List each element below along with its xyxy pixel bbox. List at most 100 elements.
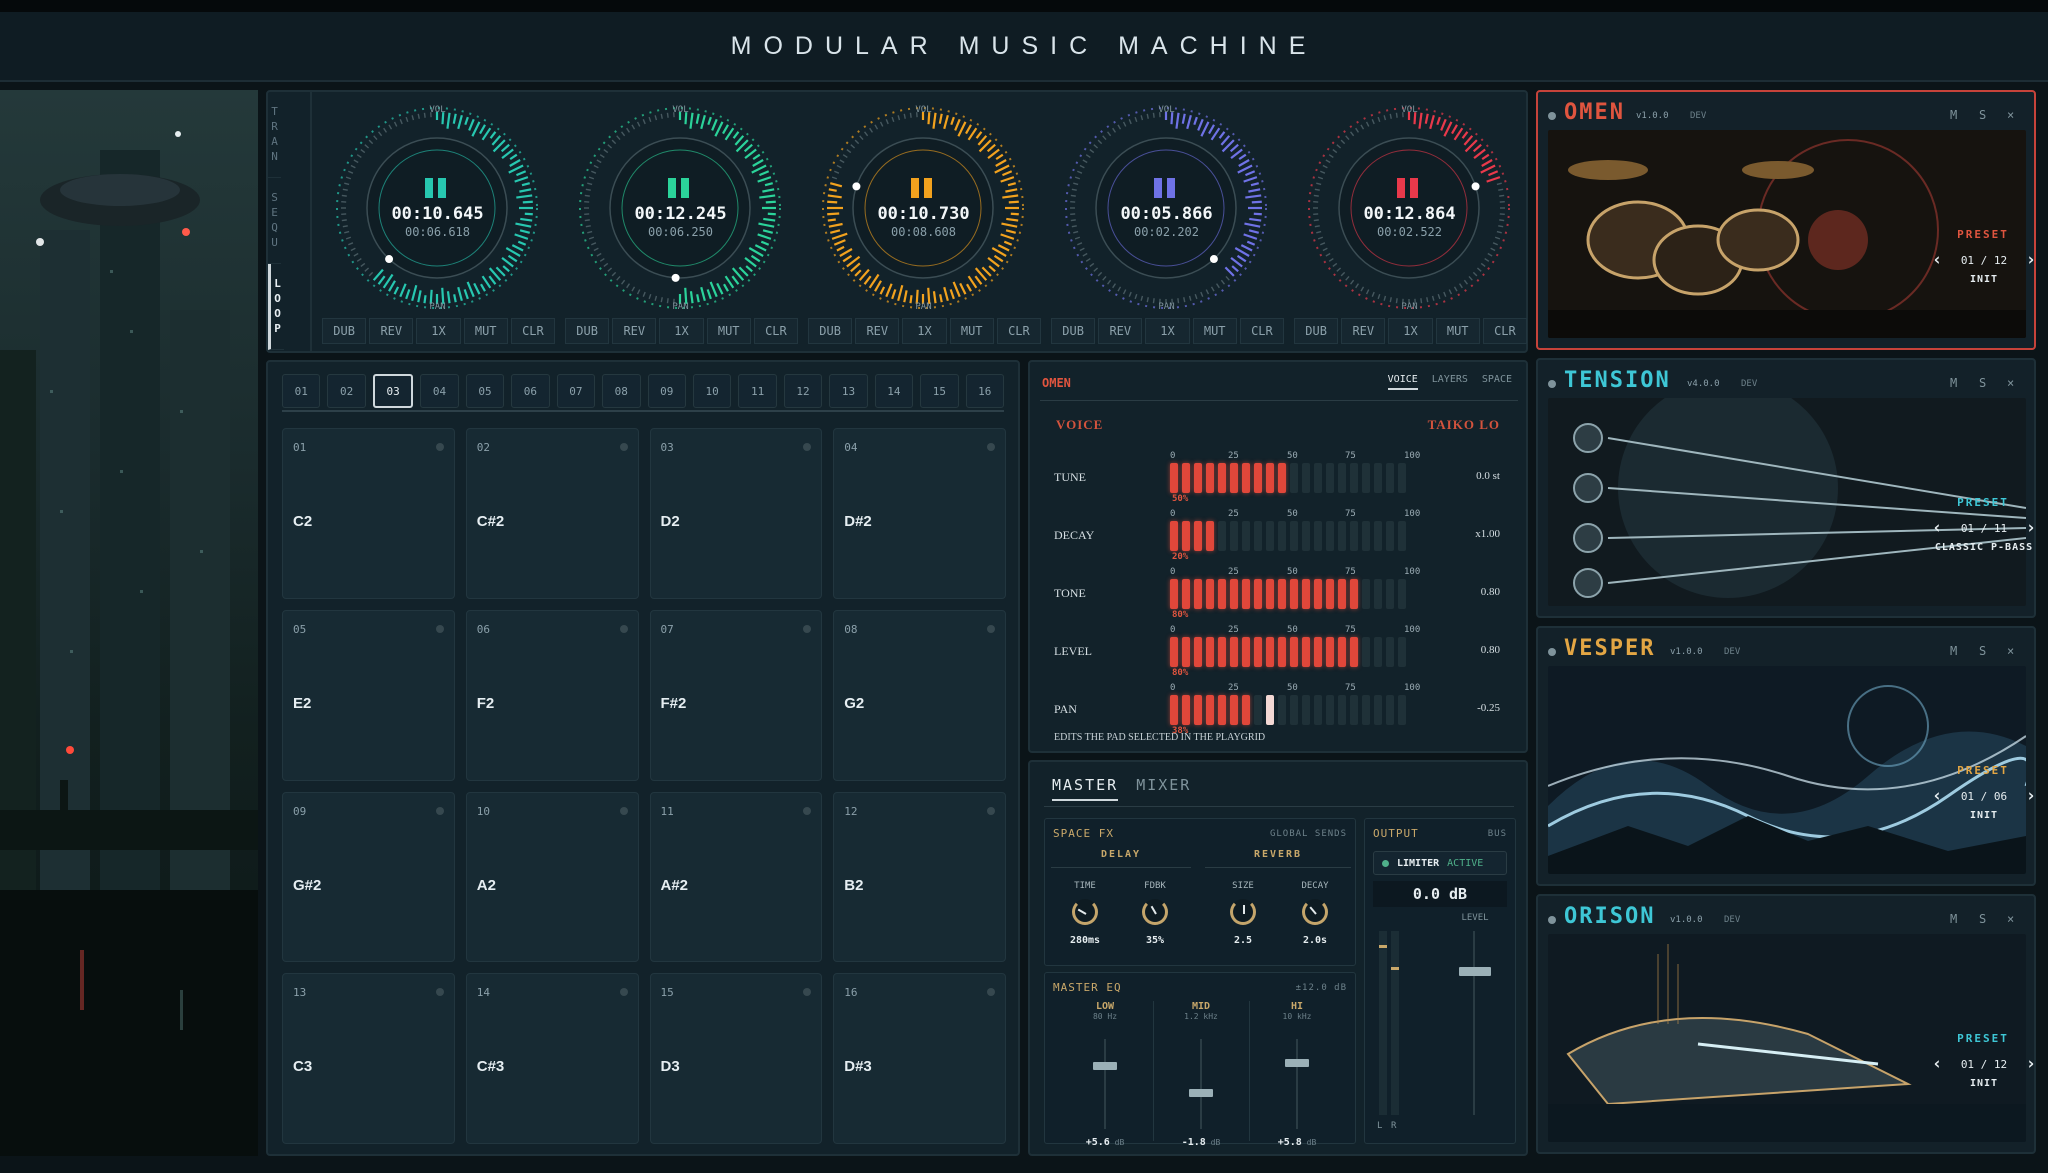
knob-dial-icon[interactable] — [1230, 899, 1256, 925]
pad-03[interactable]: 03 D2 — [649, 428, 823, 599]
pad-bank-tab-07[interactable]: 07 — [556, 374, 596, 408]
delay-feedback-knob[interactable]: FDBK 35% — [1139, 881, 1171, 946]
delay-time-knob[interactable]: TIME 280ms — [1069, 881, 1101, 946]
param-meter[interactable] — [1170, 463, 1408, 493]
reverb-size-knob[interactable]: SIZE 2.5 — [1227, 881, 1259, 946]
pause-icon[interactable] — [425, 178, 450, 198]
level-fader-cap[interactable] — [1459, 967, 1491, 976]
chevron-right-icon[interactable]: › — [2026, 518, 2036, 538]
deck-rev-button[interactable]: REV — [369, 318, 414, 344]
deck-mut-button[interactable]: MUT — [706, 318, 751, 344]
knob-dial-icon[interactable] — [1072, 899, 1098, 925]
deck-mut-button[interactable]: MUT — [1192, 318, 1237, 344]
deck-clr-button[interactable]: CLR — [1482, 318, 1528, 344]
pad-01[interactable]: 01 C2 — [282, 428, 455, 599]
chevron-right-icon[interactable]: › — [2026, 1054, 2036, 1074]
deck-1x-button[interactable]: 1X — [1388, 318, 1433, 344]
tab-master[interactable]: MASTER — [1052, 776, 1119, 801]
solo-button[interactable]: S — [1979, 912, 1986, 926]
deck-dub-button[interactable]: DUB — [1294, 318, 1339, 344]
solo-button[interactable]: S — [1979, 376, 1986, 390]
pad-bank-tab-12[interactable]: 12 — [783, 374, 823, 408]
chevron-left-icon[interactable]: ‹ — [1932, 1054, 1942, 1074]
pad-bank-tab-02[interactable]: 02 — [327, 374, 366, 408]
tab-voice[interactable]: VOICE — [1387, 374, 1418, 390]
limiter-toggle[interactable]: LIMITER ACTIVE — [1373, 851, 1507, 875]
instrument-card-tension[interactable]: TENSION v4.0.0 DEV M S × PRESET ‹ 01 / 11 › CLASSI… — [1536, 358, 2036, 618]
pad-09[interactable]: 09 G#2 — [282, 791, 455, 963]
eq-fader-cap[interactable] — [1189, 1088, 1213, 1097]
pause-icon[interactable] — [1154, 178, 1179, 198]
eq-fader-cap[interactable] — [1285, 1058, 1309, 1067]
deck-rev-button[interactable]: REV — [1341, 318, 1386, 344]
deck-1x-button[interactable]: 1X — [902, 318, 947, 344]
pause-icon[interactable] — [911, 178, 936, 198]
pad-bank-tab-14[interactable]: 14 — [874, 374, 914, 408]
pause-icon[interactable] — [1397, 178, 1422, 198]
pad-bank-tab-10[interactable]: 10 — [692, 374, 732, 408]
close-icon[interactable]: × — [2007, 108, 2014, 122]
eq-fader-cap[interactable] — [1093, 1061, 1117, 1070]
instrument-card-orison[interactable]: ORISON v1.0.0 DEV M S × PRESET ‹ 01 / 12 › INIT — [1536, 894, 2036, 1154]
chevron-left-icon[interactable]: ‹ — [1932, 786, 1942, 806]
deck-1x-button[interactable]: 1X — [416, 318, 461, 344]
deck-clr-button[interactable]: CLR — [996, 318, 1042, 344]
chevron-left-icon[interactable]: ‹ — [1932, 250, 1942, 270]
deck-1x-button[interactable]: 1X — [659, 318, 704, 344]
pad-bank-tab-03[interactable]: 03 — [372, 374, 414, 408]
pad-08[interactable]: 08 G2 — [833, 609, 1006, 781]
close-icon[interactable]: × — [2007, 376, 2014, 390]
deck-dub-button[interactable]: DUB — [322, 318, 367, 344]
deck-rev-button[interactable]: REV — [855, 318, 900, 344]
deck-rev-button[interactable]: REV — [1098, 318, 1143, 344]
pad-bank-tab-04[interactable]: 04 — [420, 374, 459, 408]
deck-dub-button[interactable]: DUB — [1051, 318, 1096, 344]
pad-bank-tab-09[interactable]: 09 — [647, 374, 686, 408]
pad-12[interactable]: 12 B2 — [833, 791, 1006, 963]
chevron-right-icon[interactable]: › — [2026, 250, 2036, 270]
tab-mixer[interactable]: MIXER — [1136, 776, 1191, 801]
mode-tab-sequ[interactable]: SEQU — [268, 178, 281, 264]
deck-rev-button[interactable]: REV — [612, 318, 657, 344]
pad-bank-tab-11[interactable]: 11 — [738, 374, 777, 408]
deck-clr-button[interactable]: CLR — [1239, 318, 1285, 344]
pad-bank-tab-08[interactable]: 08 — [602, 374, 641, 408]
pad-16[interactable]: 16 D#3 — [833, 973, 1006, 1144]
solo-button[interactable]: S — [1979, 644, 1986, 658]
param-meter[interactable] — [1170, 637, 1408, 667]
instrument-card-omen[interactable]: OMEN v1.0.0 DEV M S × PRESET ‹ 01 / 12 › INIT — [1536, 90, 2036, 350]
deck-mut-button[interactable]: MUT — [949, 318, 994, 344]
solo-button[interactable]: S — [1979, 108, 1986, 122]
mute-button[interactable]: M — [1950, 912, 1957, 926]
mode-tab-tran[interactable]: TRAN — [268, 92, 281, 178]
pad-07[interactable]: 07 F#2 — [649, 609, 823, 781]
mute-button[interactable]: M — [1950, 108, 1957, 122]
pad-bank-tab-15[interactable]: 15 — [920, 374, 959, 408]
param-meter[interactable] — [1170, 521, 1408, 551]
reverb-decay-knob[interactable]: DECAY 2.0s — [1299, 881, 1331, 946]
deck-mut-button[interactable]: MUT — [463, 318, 508, 344]
pad-bank-tab-13[interactable]: 13 — [829, 374, 868, 408]
pad-bank-tab-16[interactable]: 16 — [965, 374, 1004, 408]
pad-15[interactable]: 15 D3 — [649, 973, 823, 1144]
mute-button[interactable]: M — [1950, 376, 1957, 390]
deck-mut-button[interactable]: MUT — [1435, 318, 1480, 344]
chevron-left-icon[interactable]: ‹ — [1932, 518, 1942, 538]
pad-bank-tab-06[interactable]: 06 — [511, 374, 550, 408]
pad-bank-tab-01[interactable]: 01 — [282, 374, 321, 408]
deck-dub-button[interactable]: DUB — [808, 318, 853, 344]
mode-tab-loop[interactable]: LOOP — [268, 264, 284, 350]
knob-dial-icon[interactable] — [1142, 899, 1168, 925]
close-icon[interactable]: × — [2007, 644, 2014, 658]
param-meter[interactable] — [1170, 695, 1408, 725]
chevron-right-icon[interactable]: › — [2026, 786, 2036, 806]
pad-11[interactable]: 11 A#2 — [649, 791, 823, 963]
pad-14[interactable]: 14 C#3 — [465, 973, 639, 1144]
close-icon[interactable]: × — [2007, 912, 2014, 926]
deck-dub-button[interactable]: DUB — [565, 318, 610, 344]
param-meter[interactable] — [1170, 579, 1408, 609]
pad-02[interactable]: 02 C#2 — [465, 428, 639, 599]
mute-button[interactable]: M — [1950, 644, 1957, 658]
pad-13[interactable]: 13 C3 — [282, 973, 455, 1144]
pause-icon[interactable] — [668, 178, 693, 198]
